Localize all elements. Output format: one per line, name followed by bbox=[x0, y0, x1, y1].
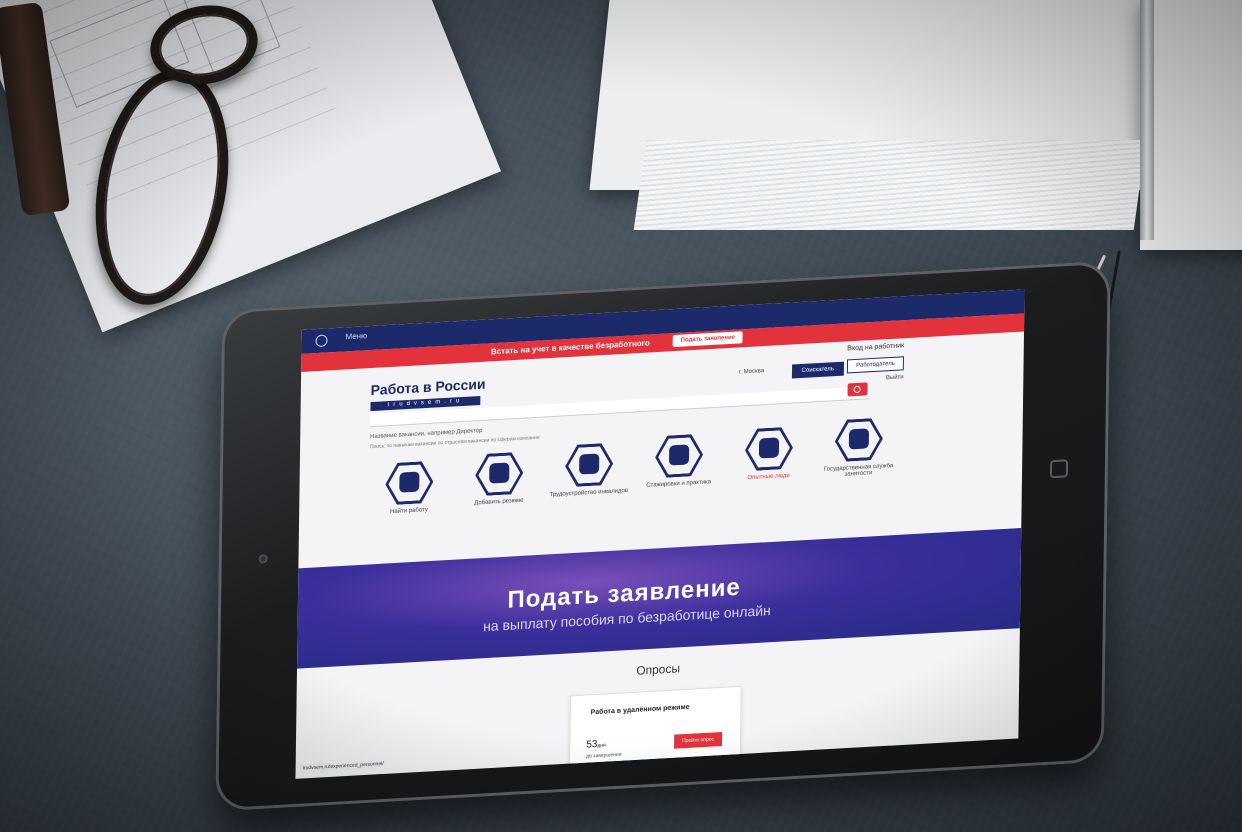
service-item[interactable]: Найти работу bbox=[369, 460, 450, 517]
open-notebook bbox=[589, 0, 1242, 260]
tab-employer[interactable]: Работодатель bbox=[847, 356, 904, 374]
poll-card: Работа в удалённом режиме 53дня до завер… bbox=[568, 685, 742, 778]
take-poll-button[interactable]: Пройти опрос bbox=[673, 732, 723, 749]
emblem-icon bbox=[315, 334, 328, 348]
service-label: Стажировки и практика bbox=[646, 479, 712, 489]
search-button[interactable] bbox=[847, 382, 868, 397]
hammers-icon bbox=[835, 418, 884, 463]
service-label: Опытные люди bbox=[747, 472, 790, 482]
logo-title: Работа в России bbox=[370, 375, 486, 399]
briefcase-icon bbox=[385, 461, 434, 506]
service-label: Найти работу bbox=[389, 507, 428, 516]
poll-title: Работа в удалённом режиме bbox=[590, 703, 690, 717]
city-selector[interactable]: г. Москва bbox=[739, 368, 764, 375]
service-label: Трудоустройство инвалидов bbox=[549, 487, 629, 499]
service-item[interactable]: Опытные люди bbox=[729, 426, 810, 483]
status-url: trudvsem.ru/experienced_personnel/ bbox=[299, 759, 387, 773]
wheelchair-icon bbox=[565, 443, 614, 488]
person-icon bbox=[745, 427, 794, 472]
document-icon bbox=[475, 452, 524, 497]
service-item[interactable]: Добавить резюме bbox=[459, 451, 540, 508]
submit-application-button[interactable]: Подать заявление bbox=[672, 331, 744, 348]
tablet-device: Меню Встать на учет в качестве безработн… bbox=[215, 260, 1111, 812]
menu-link[interactable]: Меню bbox=[345, 331, 367, 341]
site-logo[interactable]: Работа в России trudvsem.ru bbox=[370, 375, 486, 412]
tab-applicant[interactable]: Соискатель bbox=[791, 361, 845, 379]
login-link[interactable]: Вход на работник bbox=[847, 342, 904, 352]
logout-link[interactable]: Выйти bbox=[886, 374, 904, 381]
service-label: Добавить резюме bbox=[474, 497, 524, 507]
home-button[interactable] bbox=[1049, 459, 1069, 479]
tablet-screen: Меню Встать на учет в качестве безработн… bbox=[295, 289, 1025, 779]
service-label: Государственная служба занятости bbox=[823, 463, 894, 478]
poll-days-value: 53 bbox=[586, 738, 598, 751]
service-item[interactable]: Стажировки и практика bbox=[639, 433, 720, 490]
search-icon bbox=[853, 385, 861, 394]
pen bbox=[1140, 0, 1154, 240]
poll-days: 53дня bbox=[586, 739, 606, 751]
photo-scene: Меню Встать на учет в качестве безработн… bbox=[0, 0, 1242, 832]
service-item[interactable]: Трудоустройство инвалидов bbox=[549, 442, 630, 499]
poll-remaining: до завершения bbox=[586, 751, 622, 760]
service-item[interactable]: Государственная служба занятости bbox=[818, 417, 899, 480]
graduation-cap-icon bbox=[655, 434, 704, 479]
camera-icon bbox=[258, 554, 268, 564]
poll-days-unit: дня bbox=[597, 742, 606, 749]
